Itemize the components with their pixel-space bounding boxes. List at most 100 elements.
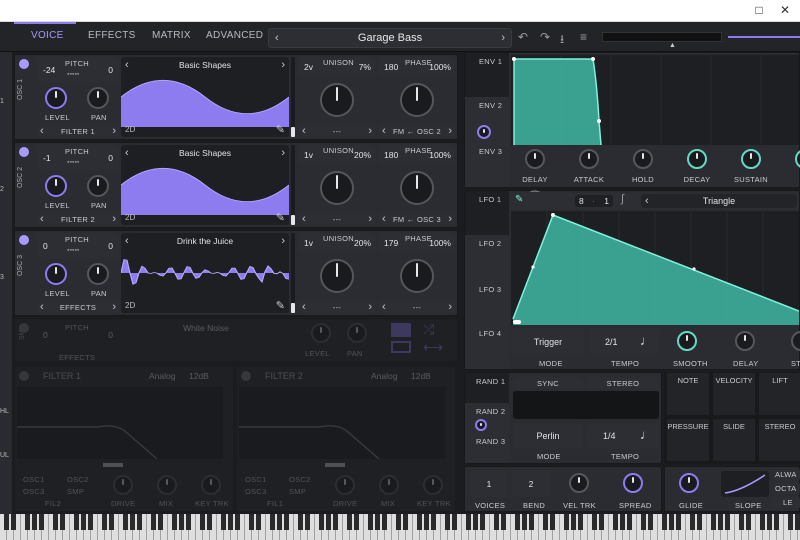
- smp-sample-selector[interactable]: White Noise: [121, 321, 291, 335]
- env-sustain-knob[interactable]: [741, 149, 761, 169]
- smp-transpose[interactable]: 0: [43, 330, 48, 340]
- spread-knob[interactable]: [623, 473, 643, 493]
- osc-destination[interactable]: ‹ EFFECTS ›: [37, 301, 119, 313]
- pencil-icon[interactable]: ✎: [276, 211, 285, 224]
- glide-octave-button[interactable]: OCTA: [773, 483, 800, 494]
- filter-mix-knob[interactable]: [157, 475, 177, 495]
- frame-slider[interactable]: [291, 145, 295, 225]
- wavetable-mode[interactable]: 2D: [125, 301, 135, 310]
- lfo-tab-4[interactable]: LFO 4: [479, 329, 501, 338]
- osc-destination[interactable]: ‹ FILTER 2 ›: [37, 213, 119, 225]
- phase-random[interactable]: 100%: [429, 62, 451, 72]
- pencil-icon[interactable]: ✎: [515, 194, 523, 205]
- unison-detune-knob[interactable]: [320, 171, 354, 205]
- lfo-grid-x[interactable]: 8: [579, 196, 584, 206]
- random-phase-icon[interactable]: ⤮: [423, 321, 434, 338]
- lfo-tab-1[interactable]: LFO 1: [479, 195, 501, 204]
- filter-input-osc3[interactable]: OSC3: [245, 487, 267, 496]
- volume-meter[interactable]: ▲: [602, 32, 722, 49]
- smp-pan-knob[interactable]: [347, 323, 367, 343]
- glide-always-button[interactable]: ALWA: [773, 469, 800, 480]
- pencil-icon[interactable]: ✎: [276, 123, 285, 136]
- bend-field[interactable]: 2: [511, 471, 551, 497]
- preset-selector[interactable]: ‹ Garage Bass ›: [268, 28, 512, 48]
- source-pressure[interactable]: PRESSURE: [666, 418, 710, 462]
- tab-voice[interactable]: VOICE: [31, 30, 64, 41]
- osc-level-knob[interactable]: [45, 87, 67, 109]
- unison-voices-box[interactable]: 1v UNISON 20%: [299, 145, 375, 163]
- preset-next-icon[interactable]: ›: [501, 32, 505, 44]
- lfo-delay-knob[interactable]: [735, 331, 755, 351]
- close-icon[interactable]: ✕: [778, 3, 792, 17]
- osc-sub-selector[interactable]: ‹ --- ›: [299, 301, 375, 313]
- glide-slope-curve[interactable]: [721, 471, 769, 497]
- phase-box[interactable]: 179 PHASE 100%: [379, 233, 455, 251]
- glide-knob[interactable]: [679, 473, 699, 493]
- env-delay-knob[interactable]: [525, 149, 545, 169]
- osc-enable-toggle[interactable]: [19, 147, 29, 157]
- unison-voices-box[interactable]: 1v UNISON 20%: [299, 233, 375, 251]
- osc-tune[interactable]: 0: [108, 65, 113, 75]
- filter-response-graph[interactable]: [239, 387, 445, 459]
- loop-icon[interactable]: [391, 341, 411, 353]
- osc-pitch-box[interactable]: 0 PITCH ▪▪▪▪▪ 0: [37, 233, 119, 259]
- lfo-graph[interactable]: [511, 211, 799, 325]
- filter-response-graph[interactable]: [17, 387, 223, 459]
- phase-value[interactable]: 179: [384, 238, 398, 248]
- env-tab-1[interactable]: ENV 1: [479, 57, 502, 66]
- lfo-shape-selector[interactable]: ‹ Triangle: [641, 194, 797, 208]
- frame-slider[interactable]: [291, 57, 295, 137]
- osc-fm-selector[interactable]: ‹ FM ← OSC 2 ›: [379, 125, 455, 137]
- env-hold-knob[interactable]: [633, 149, 653, 169]
- unison-voices[interactable]: 1v: [304, 238, 313, 248]
- env-tab-2[interactable]: ENV 2: [479, 101, 502, 110]
- lfo-grid-box[interactable]: 8 · 1: [575, 195, 613, 207]
- filter-mix-knob[interactable]: [379, 475, 399, 495]
- osc-sub-selector[interactable]: ‹ --- ›: [299, 125, 375, 137]
- unison-voices[interactable]: 2v: [304, 62, 313, 72]
- lfo-grid-y[interactable]: 1: [604, 196, 609, 206]
- osc-enable-toggle[interactable]: [19, 235, 29, 245]
- env-tab-3[interactable]: ENV 3: [479, 147, 502, 156]
- phase-value[interactable]: 180: [384, 62, 398, 72]
- env-attack-knob[interactable]: [579, 149, 599, 169]
- osc-enable-toggle[interactable]: [19, 59, 29, 69]
- pencil-icon[interactable]: ✎: [276, 299, 285, 312]
- lfo-smooth-knob[interactable]: [677, 331, 697, 351]
- tab-matrix[interactable]: MATRIX: [152, 30, 191, 41]
- phase-box[interactable]: 180 PHASE 100%: [379, 145, 455, 163]
- osc-pitch-box[interactable]: -24 PITCH ▪▪▪▪▪ 0: [37, 57, 119, 83]
- filter-input-fil[interactable]: FIL2: [45, 499, 61, 508]
- wavetable-mode[interactable]: 2D: [125, 213, 135, 222]
- menu-icon[interactable]: ≡: [580, 30, 587, 44]
- filter-cutoff-slider[interactable]: [325, 463, 345, 467]
- filter-input-osc1[interactable]: OSC1: [23, 475, 45, 484]
- env-r-knob[interactable]: [795, 149, 800, 169]
- tab-advanced[interactable]: ADVANCED: [206, 30, 263, 41]
- bounce-icon[interactable]: ⟷: [423, 339, 443, 356]
- smp-level-knob[interactable]: [311, 323, 331, 343]
- smp-toggle[interactable]: [19, 323, 29, 333]
- env-decay-knob[interactable]: [687, 149, 707, 169]
- osc-transpose[interactable]: -24: [43, 65, 55, 75]
- tab-effects[interactable]: EFFECTS: [88, 30, 136, 41]
- phase-knob[interactable]: [400, 259, 434, 293]
- lfo-mode-selector[interactable]: Trigger: [511, 329, 585, 355]
- phase-random[interactable]: 100%: [429, 150, 451, 160]
- unison-detune[interactable]: 20%: [354, 238, 371, 248]
- wavetable-mode[interactable]: 2D: [125, 125, 135, 134]
- note-icon[interactable]: ♩: [640, 333, 653, 348]
- rand-style-selector[interactable]: Perlin: [513, 423, 583, 449]
- env2-mod-knob[interactable]: [477, 125, 491, 139]
- smp-tune[interactable]: 0: [108, 330, 113, 340]
- piano-keyboard[interactable]: [0, 514, 800, 540]
- unison-detune-knob[interactable]: [320, 83, 354, 117]
- rand-tab-2[interactable]: RAND 2: [476, 407, 505, 416]
- rand-sync-button[interactable]: SYNC: [513, 377, 583, 389]
- filter-model-selector[interactable]: Analog 12dB: [323, 370, 453, 382]
- osc-destination[interactable]: ‹ FILTER 1 ›: [37, 125, 119, 137]
- phase-value[interactable]: 180: [384, 150, 398, 160]
- phase-knob[interactable]: [400, 171, 434, 205]
- osc-tune[interactable]: 0: [108, 153, 113, 163]
- filter-cutoff-slider[interactable]: [103, 463, 123, 467]
